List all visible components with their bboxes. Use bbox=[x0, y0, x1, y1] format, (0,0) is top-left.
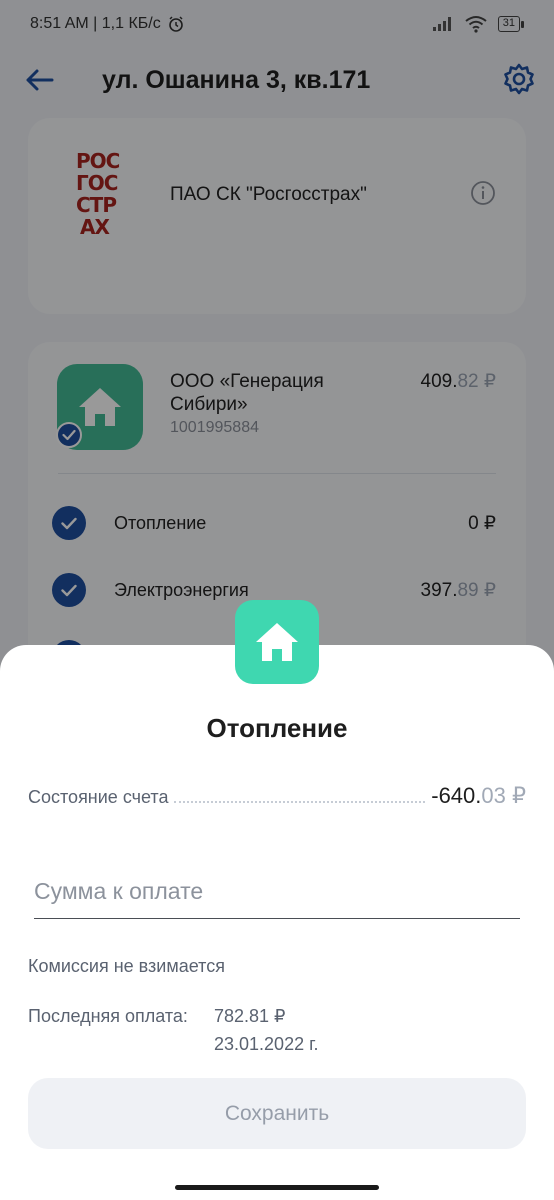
home-indicator[interactable] bbox=[175, 1185, 379, 1190]
house-icon bbox=[256, 623, 298, 661]
service-icon bbox=[235, 600, 319, 684]
amount-input[interactable] bbox=[34, 867, 520, 915]
sheet-title: Отопление bbox=[206, 713, 348, 743]
commission-text: Комиссия не взимается bbox=[28, 956, 225, 976]
balance-value: -640.03 ₽ bbox=[431, 783, 526, 808]
balance-label: Состояние счета bbox=[28, 787, 169, 807]
last-payment-label: Последняя оплата: bbox=[28, 1006, 188, 1026]
dotted-leader bbox=[174, 791, 426, 803]
payment-bottom-sheet: Отопление Состояние счета -640.03 ₽ Коми… bbox=[0, 600, 554, 1200]
balance-row: Состояние счета -640.03 ₽ bbox=[28, 783, 526, 809]
last-payment-date: 23.01.2022 г. bbox=[214, 1034, 319, 1054]
save-button[interactable]: Сохранить bbox=[28, 1078, 526, 1149]
amount-field[interactable] bbox=[34, 867, 520, 919]
last-payment-amount: 782.81 ₽ bbox=[214, 1006, 286, 1026]
